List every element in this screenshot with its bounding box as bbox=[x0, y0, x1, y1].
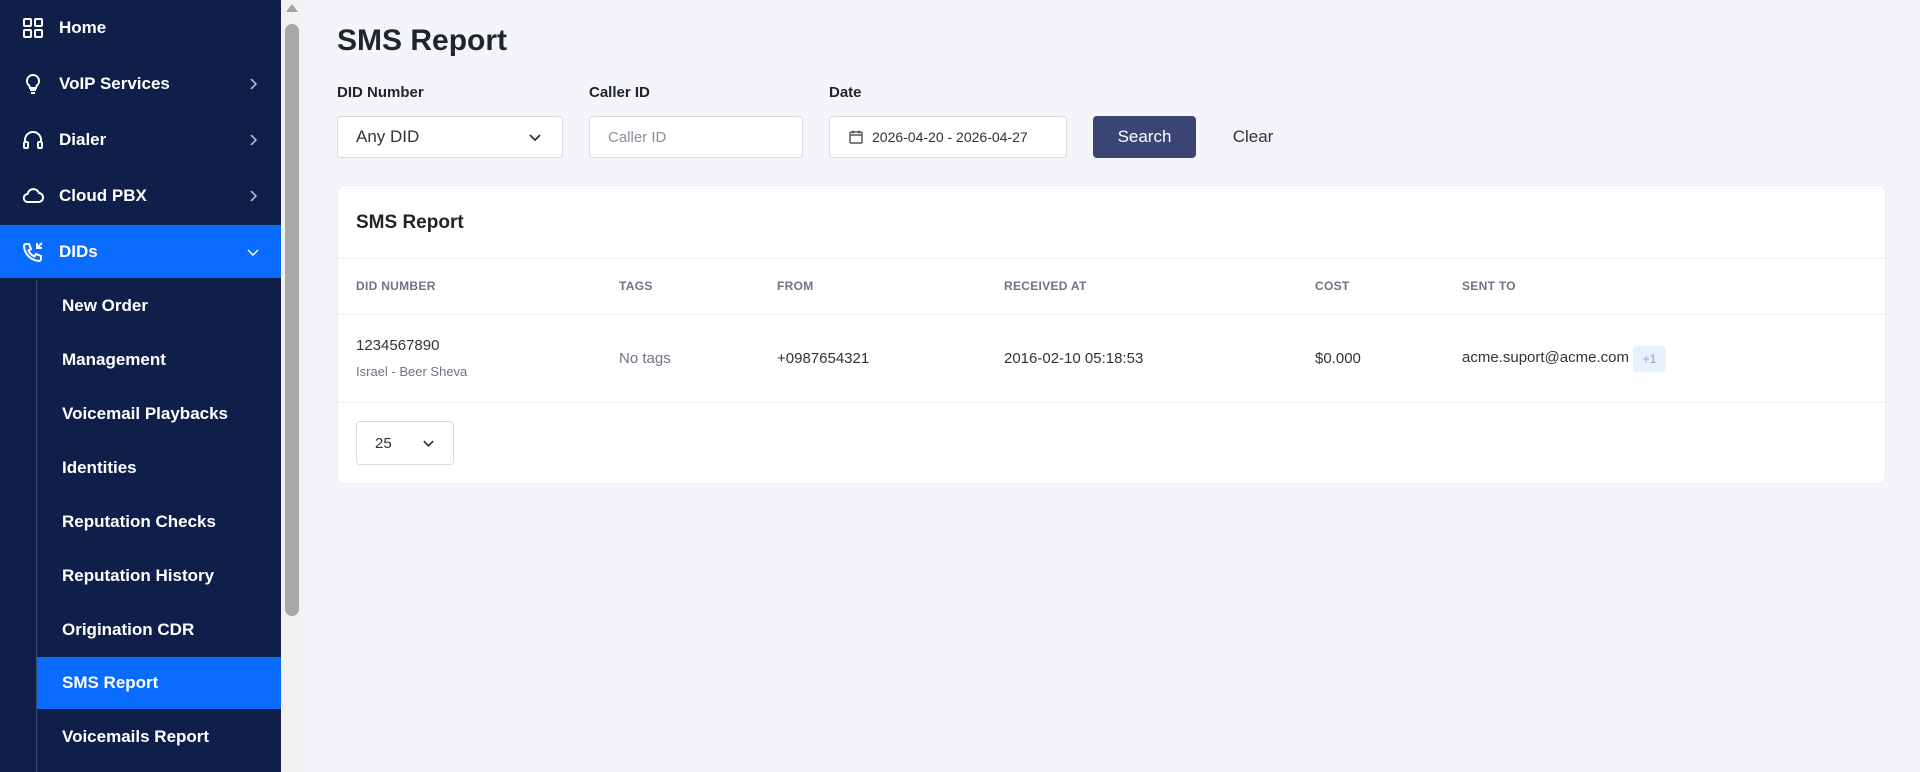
caller-id-label: Caller ID bbox=[589, 84, 650, 101]
column-header-tags[interactable]: TAGS bbox=[619, 279, 653, 293]
sidebar-subitem-label: Identities bbox=[62, 458, 137, 477]
sidebar-item-cloud-pbx[interactable]: Cloud PBX bbox=[0, 169, 281, 222]
did-number-value: Any DID bbox=[356, 127, 420, 146]
date-range-picker[interactable]: 2026-04-20 - 2026-04-27 bbox=[829, 116, 1067, 158]
card-title: SMS Report bbox=[356, 212, 464, 233]
did-number-cell: 1234567890 bbox=[356, 337, 440, 354]
headset-icon bbox=[23, 130, 43, 149]
did-location-cell: Israel - Beer Sheva bbox=[356, 364, 468, 379]
chevron-down-icon bbox=[529, 134, 541, 142]
sidebar-subitem-label: Voicemail Playbacks bbox=[62, 404, 229, 423]
sidebar: Home VoIP Services Dialer Cloud PBX DIDs… bbox=[0, 0, 281, 772]
did-number-select[interactable]: Any DID bbox=[337, 116, 563, 158]
sidebar-item-dialer[interactable]: Dialer bbox=[0, 113, 281, 166]
sidebar-item-label: Cloud PBX bbox=[59, 185, 147, 205]
sidebar-subitem-label: New Order bbox=[62, 296, 148, 315]
sidebar-item-label: VoIP Services bbox=[59, 73, 170, 93]
sidebar-subitem-label: Voicemails Report bbox=[62, 727, 210, 746]
cost-cell: $0.000 bbox=[1315, 350, 1361, 367]
sidebar-subitem-origination-cdr[interactable]: Origination CDR bbox=[37, 604, 281, 656]
sent-to-cell: acme.suport@acme.com bbox=[1462, 349, 1629, 366]
column-header-received-at[interactable]: RECEIVED AT bbox=[1004, 279, 1087, 293]
sidebar-item-voip-services[interactable]: VoIP Services bbox=[0, 57, 281, 110]
sidebar-subitem-identities[interactable]: Identities bbox=[37, 442, 281, 494]
sidebar-subitem-label: Reputation Checks bbox=[62, 512, 216, 531]
caller-id-input[interactable] bbox=[589, 116, 803, 158]
sidebar-scrollbar[interactable] bbox=[281, 0, 303, 772]
scroll-up-arrow-icon[interactable] bbox=[286, 4, 298, 12]
sidebar-subitem-label: Management bbox=[62, 350, 166, 369]
lightbulb-icon bbox=[25, 73, 41, 94]
sidebar-item-label: Dialer bbox=[59, 129, 107, 149]
cloud-phone-icon bbox=[22, 187, 45, 203]
chevron-down-icon bbox=[247, 248, 259, 256]
page-size-value: 25 bbox=[375, 434, 392, 452]
calendar-icon bbox=[849, 130, 863, 144]
search-button[interactable]: Search bbox=[1093, 116, 1196, 158]
tags-cell: No tags bbox=[619, 350, 671, 367]
date-label: Date bbox=[829, 84, 862, 101]
sidebar-subitem-voicemail-playbacks[interactable]: Voicemail Playbacks bbox=[37, 388, 281, 440]
chevron-down-icon bbox=[423, 440, 434, 447]
page-title: SMS Report bbox=[337, 24, 508, 57]
phone-incoming-icon bbox=[22, 241, 43, 262]
sidebar-subitem-label: Origination CDR bbox=[62, 620, 195, 639]
divider bbox=[338, 258, 1885, 259]
clear-button[interactable]: Clear bbox=[1218, 116, 1288, 158]
sidebar-subitem-new-order[interactable]: New Order bbox=[37, 280, 281, 332]
page-size-select[interactable]: 25 bbox=[356, 421, 454, 465]
sidebar-item-label: Home bbox=[59, 17, 107, 37]
divider bbox=[338, 402, 1885, 403]
column-header-sent-to[interactable]: SENT TO bbox=[1462, 279, 1516, 293]
date-range-value: 2026-04-20 - 2026-04-27 bbox=[872, 129, 1028, 145]
sidebar-subitem-voicemails-report[interactable]: Voicemails Report bbox=[37, 711, 281, 763]
chevron-right-icon bbox=[250, 77, 258, 90]
column-header-from[interactable]: FROM bbox=[777, 279, 814, 293]
received-at-cell: 2016-02-10 05:18:53 bbox=[1004, 350, 1144, 367]
sidebar-item-home[interactable]: Home bbox=[0, 1, 281, 54]
scrollbar-thumb[interactable] bbox=[285, 24, 299, 616]
sidebar-item-label: DIDs bbox=[59, 241, 98, 261]
did-number-label: DID Number bbox=[337, 84, 424, 101]
sidebar-subitem-label: Reputation History bbox=[62, 566, 215, 585]
chevron-right-icon bbox=[250, 189, 258, 202]
sidebar-subitem-reputation-history[interactable]: Reputation History bbox=[37, 550, 281, 602]
column-header-did-number[interactable]: DID NUMBER bbox=[356, 279, 436, 293]
sidebar-item-dids[interactable]: DIDs bbox=[0, 225, 281, 278]
sidebar-subitem-label: SMS Report bbox=[62, 673, 159, 692]
sidebar-subitem-management[interactable]: Management bbox=[37, 334, 281, 386]
chevron-right-icon bbox=[250, 133, 258, 146]
sidebar-subitem-sms-report[interactable]: SMS Report bbox=[37, 657, 281, 709]
sms-report-card: SMS Report DID NUMBER TAGS FROM RECEIVED… bbox=[337, 185, 1886, 484]
grid-icon bbox=[23, 17, 43, 38]
divider bbox=[338, 314, 1885, 315]
sidebar-subitem-reputation-checks[interactable]: Reputation Checks bbox=[37, 496, 281, 548]
column-header-cost[interactable]: COST bbox=[1315, 279, 1350, 293]
more-recipients-badge[interactable]: +1 bbox=[1633, 346, 1666, 372]
from-cell: +0987654321 bbox=[777, 350, 870, 367]
